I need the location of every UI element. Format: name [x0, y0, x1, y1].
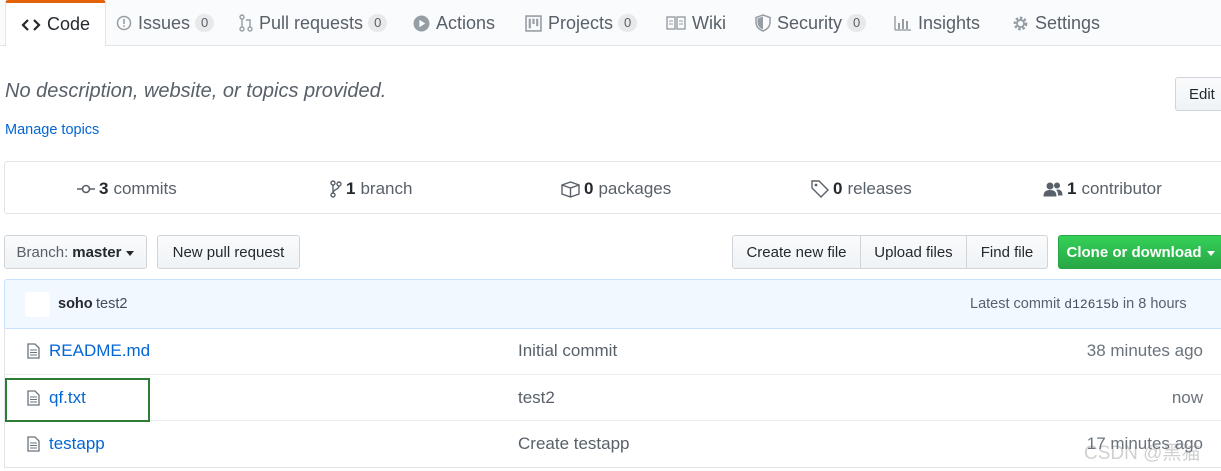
releases-count: 0: [833, 179, 843, 198]
watermark: CSDN @黑猫: [1084, 443, 1201, 464]
tag-icon: [811, 180, 829, 198]
packages-count: 0: [584, 179, 594, 198]
contributors-count: 1: [1067, 179, 1077, 198]
releases-link[interactable]: 0 releases: [811, 179, 912, 199]
branch-select-value: master: [72, 243, 122, 261]
commit-message[interactable]: test2: [96, 296, 127, 312]
projects-counter: 0: [618, 14, 638, 32]
commits-label: commits: [113, 179, 177, 198]
commit-author[interactable]: soho: [58, 296, 93, 312]
packages-link[interactable]: 0 packages: [561, 179, 671, 199]
upload-files-button[interactable]: Upload files: [860, 235, 967, 269]
security-counter: 0: [847, 14, 867, 32]
commits-count: 3: [99, 179, 109, 198]
branches-link[interactable]: 1 branch: [330, 179, 412, 199]
tab-security[interactable]: Security 0: [755, 0, 867, 46]
commit-sha-link[interactable]: d12615b: [1064, 297, 1119, 312]
tab-insights[interactable]: Insights: [894, 0, 980, 46]
dropdown-caret-icon: [126, 250, 135, 256]
git-branch-icon: [330, 180, 342, 198]
graph-icon: [894, 15, 912, 31]
contributors-link[interactable]: 1 contributor: [1043, 179, 1162, 199]
releases-label: releases: [847, 179, 912, 198]
code-icon: [21, 17, 41, 33]
commit-age: in 8 hours: [1122, 296, 1187, 312]
tab-label: Code: [47, 14, 91, 34]
git-commit-icon: [77, 183, 95, 195]
new-pull-request-button[interactable]: New pull request: [157, 235, 300, 269]
book-icon: [666, 15, 686, 31]
numbers-summary: 3 commits 1 branch 0 packages 0 releases…: [4, 161, 1221, 214]
shield-icon: [755, 14, 771, 32]
file-age: now: [1171, 388, 1203, 407]
file-commit-message-link[interactable]: Create testapp: [518, 434, 630, 454]
file-icon: [27, 343, 40, 359]
tab-code[interactable]: Code: [5, 0, 107, 47]
latest-commit-label: Latest commit: [970, 296, 1061, 312]
file-icon: [27, 436, 40, 452]
branch-select-label: Branch:: [16, 243, 69, 261]
people-icon: [1043, 181, 1063, 197]
tab-label: Settings: [1035, 12, 1101, 33]
file-age: 38 minutes ago: [1086, 341, 1203, 360]
file-commit-message-link[interactable]: test2: [518, 388, 555, 408]
issues-counter: 0: [195, 14, 215, 32]
tab-label: Wiki: [692, 12, 726, 33]
tab-projects[interactable]: Projects 0: [525, 0, 638, 46]
pull-requests-counter: 0: [368, 14, 388, 32]
file-list: README.md Initial commit 38 minutes ago …: [4, 328, 1221, 468]
issue-opened-icon: [116, 15, 132, 31]
branch-count: 1: [346, 179, 356, 198]
edit-description-button[interactable]: Edit: [1175, 77, 1221, 111]
table-row: README.md Initial commit 38 minutes ago: [5, 328, 1221, 374]
repo-description: No description, website, or topics provi…: [5, 80, 387, 102]
tab-label: Issues: [138, 12, 191, 33]
file-name-link[interactable]: README.md: [49, 341, 150, 361]
tab-pull-requests[interactable]: Pull requests 0: [239, 0, 388, 46]
tab-issues[interactable]: Issues 0: [116, 0, 215, 46]
package-icon: [561, 180, 580, 198]
tab-label: Security: [777, 12, 843, 33]
play-icon: [413, 15, 430, 32]
clone-or-download-label: Clone or download: [1066, 243, 1202, 261]
tab-label: Projects: [548, 12, 614, 33]
avatar[interactable]: [25, 292, 50, 317]
contributors-label: contributor: [1081, 179, 1162, 198]
tab-settings[interactable]: Settings: [1012, 0, 1100, 46]
clone-or-download-button[interactable]: Clone or download: [1058, 235, 1221, 269]
tab-label: Pull requests: [259, 12, 364, 33]
branch-label: branch: [360, 179, 413, 198]
tab-label: Insights: [918, 12, 981, 33]
file-icon: [27, 390, 40, 406]
git-pull-request-icon: [239, 14, 253, 32]
tab-actions[interactable]: Actions: [413, 0, 495, 46]
project-icon: [525, 14, 542, 32]
latest-commit-info: Latest commit d12615b in 8 hours: [970, 296, 1187, 312]
packages-label: packages: [598, 179, 672, 198]
create-new-file-button[interactable]: Create new file: [732, 235, 861, 269]
gear-icon: [1012, 15, 1029, 32]
dropdown-caret-icon: [1206, 250, 1215, 256]
table-row: testapp Create testapp 17 minutes ago: [5, 420, 1221, 466]
tab-label: Actions: [436, 12, 496, 33]
table-row: qf.txt test2 now: [5, 374, 1221, 420]
branch-select-button[interactable]: Branch: master: [4, 235, 147, 269]
repo-tab-nav: Code Issues 0 Pull requests 0 Actions Pr…: [0, 0, 1221, 47]
file-name-link[interactable]: testapp: [49, 434, 105, 454]
file-name-link[interactable]: qf.txt: [49, 388, 86, 408]
tab-wiki[interactable]: Wiki: [666, 0, 726, 46]
file-commit-message-link[interactable]: Initial commit: [518, 341, 617, 361]
commits-link[interactable]: 3 commits: [77, 179, 177, 199]
find-file-button[interactable]: Find file: [966, 235, 1048, 269]
manage-topics-link[interactable]: Manage topics: [5, 122, 99, 138]
latest-commit-bar: soho test2 Latest commit d12615b in 8 ho…: [4, 279, 1221, 329]
